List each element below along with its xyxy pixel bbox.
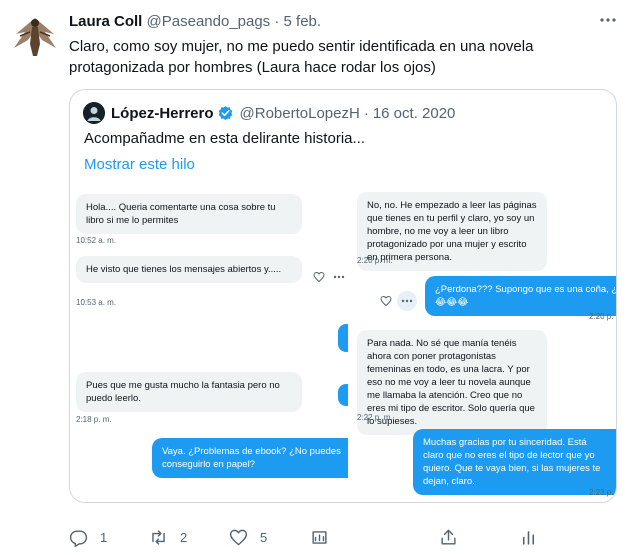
retweet-icon (152, 529, 165, 545)
author-handle[interactable]: @Paseando_pags (147, 13, 271, 30)
incoming-message: Hola.... Queria comentarte una cosa sobr… (76, 194, 302, 234)
quoted-author-handle[interactable]: @RobertoLopezH (240, 105, 360, 122)
reply-count: 1 (100, 529, 108, 545)
outgoing-message-text: ¿Perdona??? Supongo que es una coña, ¿ve… (435, 284, 617, 295)
outgoing-message-fragment (338, 324, 348, 352)
heart-icon (229, 529, 248, 545)
tweet-text: Claro, como soy mujer, no me puedo senti… (69, 38, 534, 76)
analytics-button[interactable] (310, 525, 329, 549)
like-button[interactable]: 5 (229, 525, 267, 549)
reply-button[interactable]: 1 (69, 525, 107, 549)
share-icon (441, 529, 456, 545)
author-avatar[interactable] (10, 10, 60, 60)
message-timestamp: 2:18 p. m. (76, 415, 112, 424)
more-horizontal-icon (401, 299, 413, 303)
heart-icon (312, 270, 326, 284)
incoming-message: He visto que tienes los mensajes abierto… (76, 256, 302, 283)
header-separator: · (274, 13, 280, 30)
message-timestamp: 10:52 a. m. (76, 236, 117, 245)
like-count: 5 (260, 529, 268, 545)
verified-badge-icon (218, 105, 232, 120)
quoted-tweet-text: Acompañadme en esta delirante historia..… (84, 130, 365, 147)
message-timestamp: 2:20 p. m. (589, 312, 616, 321)
message-options-button (397, 291, 417, 311)
quoted-tweet-header: López-Herrero @RobertoLopezH · 16 oct. 2… (83, 102, 455, 124)
analytics-icon (312, 530, 327, 544)
analytics-icon (522, 530, 535, 545)
chat-screenshot-right: No, no. He empezado a leer las páginas q… (353, 184, 617, 502)
tweet-analytics-button[interactable] (519, 525, 538, 549)
more-horizontal-icon (332, 270, 346, 284)
laughing-emoji: 😂😂😂 (435, 297, 469, 308)
message-timestamp: 2:22 p. m. (357, 413, 393, 422)
message-timestamp: 10:53 a. m. (76, 298, 117, 307)
reply-icon (69, 529, 88, 547)
retweet-button[interactable]: 2 (149, 525, 187, 549)
quoted-author-avatar[interactable] (83, 102, 105, 124)
tweet-header: Laura Coll @Paseando_pags · 5 feb. (69, 12, 321, 31)
outgoing-message: Vaya. ¿Problemas de ebook? ¿No puedes co… (152, 438, 348, 478)
incoming-message: Pues que me gusta mucho la fantasia pero… (76, 372, 302, 412)
quoted-tweet-date[interactable]: 16 oct. 2020 (373, 105, 456, 122)
tweet-date[interactable]: 5 feb. (284, 13, 322, 30)
tweet-action-bar: 1 2 5 (69, 525, 629, 549)
outgoing-message-fragment (338, 384, 348, 406)
message-timestamp: 2:23 p. m. (589, 488, 616, 497)
show-thread-link[interactable]: Mostrar este hilo (84, 156, 195, 173)
heart-icon (379, 294, 393, 308)
more-horizontal-icon (600, 18, 616, 22)
chat-screenshot-left: Hola.... Queria comentarte una cosa sobr… (70, 184, 348, 502)
retweet-count: 2 (180, 529, 188, 545)
share-button[interactable] (439, 525, 458, 549)
outgoing-message: Muchas gracias por tu sinceridad. Está c… (413, 429, 616, 495)
author-name[interactable]: Laura Coll (69, 13, 142, 30)
more-options-button[interactable] (597, 10, 619, 30)
quoted-header-separator: · (363, 104, 369, 122)
chat-screenshot[interactable]: Hola.... Queria comentarte una cosa sobr… (70, 184, 617, 502)
quoted-author-name[interactable]: López-Herrero (111, 105, 214, 122)
outgoing-message: ¿Perdona??? Supongo que es una coña, ¿ve… (425, 276, 617, 316)
quoted-tweet[interactable]: López-Herrero @RobertoLopezH · 16 oct. 2… (69, 89, 617, 503)
message-timestamp: 2:20 p. m. (357, 256, 393, 265)
